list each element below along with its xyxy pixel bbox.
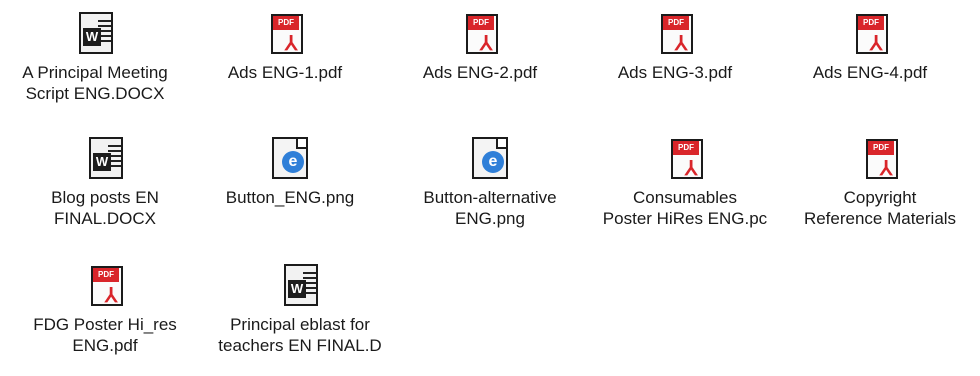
pdf-tab: PDF	[468, 16, 494, 30]
file-blog-posts-en-final[interactable]: W Blog posts EN FINAL.DOCX	[15, 135, 195, 229]
pdf-tab: PDF	[273, 16, 299, 30]
file-name: Ads ENG-1.pdf	[227, 63, 343, 82]
pdf-document-icon: PDF ⅄	[860, 135, 900, 181]
pdf-tab: PDF	[858, 16, 884, 30]
file-ads-eng-3[interactable]: PDF ⅄ Ads ENG-3.pdf	[590, 10, 760, 83]
adobe-symbol-icon: ⅄	[675, 33, 688, 55]
pdf-tab: PDF	[868, 141, 894, 155]
file-ads-eng-4[interactable]: PDF ⅄ Ads ENG-4.pdf	[785, 10, 955, 83]
file-name: Ads ENG-3.pdf	[617, 63, 733, 82]
adobe-symbol-icon: ⅄	[105, 285, 118, 307]
file-name: Button_ENG.png	[225, 188, 355, 207]
file-copyright-reference-materials[interactable]: PDF ⅄ Copyright Reference Materials	[780, 135, 980, 229]
word-badge: W	[288, 280, 306, 298]
image-file-icon: e	[270, 135, 310, 181]
pdf-tab: PDF	[93, 268, 119, 282]
file-name: Blog posts EN FINAL.DOCX	[51, 188, 159, 228]
file-name: Copyright Reference Materials	[803, 188, 957, 228]
file-name: FDG Poster Hi_res ENG.pdf	[33, 315, 177, 355]
word-document-icon: W	[85, 135, 125, 181]
file-a-principal-meeting-script[interactable]: W A Principal Meeting Script ENG.DOCX	[0, 10, 190, 104]
file-name: Principal eblast for teachers EN FINAL.D	[218, 315, 382, 355]
file-name: A Principal Meeting Script ENG.DOCX	[22, 63, 168, 103]
adobe-symbol-icon: ⅄	[870, 33, 883, 55]
internet-explorer-icon: e	[282, 151, 304, 173]
file-consumables-poster-hires[interactable]: PDF ⅄ Consumables Poster HiRes ENG.pc	[590, 135, 780, 229]
pdf-tab: PDF	[663, 16, 689, 30]
image-file-icon: e	[470, 135, 510, 181]
word-badge: W	[83, 28, 101, 46]
adobe-symbol-icon: ⅄	[285, 33, 298, 55]
adobe-symbol-icon: ⅄	[685, 158, 698, 180]
pdf-document-icon: PDF ⅄	[85, 262, 125, 308]
file-ads-eng-2[interactable]: PDF ⅄ Ads ENG-2.pdf	[395, 10, 565, 83]
file-principal-eblast-for-teachers[interactable]: W Principal eblast for teachers EN FINAL…	[200, 262, 400, 356]
internet-explorer-icon: e	[482, 151, 504, 173]
file-name: Ads ENG-2.pdf	[422, 63, 538, 82]
pdf-document-icon: PDF ⅄	[265, 10, 305, 56]
file-fdg-poster-hi-res[interactable]: PDF ⅄ FDG Poster Hi_res ENG.pdf	[15, 262, 195, 356]
file-button-eng-png[interactable]: e Button_ENG.png	[205, 135, 375, 208]
pdf-document-icon: PDF ⅄	[665, 135, 705, 181]
word-badge: W	[93, 153, 111, 171]
adobe-symbol-icon: ⅄	[880, 158, 893, 180]
pdf-tab: PDF	[673, 141, 699, 155]
word-document-icon: W	[280, 262, 320, 308]
file-name: Button-alternative ENG.png	[423, 188, 557, 228]
file-ads-eng-1[interactable]: PDF ⅄ Ads ENG-1.pdf	[200, 10, 370, 83]
pdf-document-icon: PDF ⅄	[655, 10, 695, 56]
word-document-icon: W	[75, 10, 115, 56]
adobe-symbol-icon: ⅄	[480, 33, 493, 55]
file-button-alternative-eng-png[interactable]: e Button-alternative ENG.png	[395, 135, 585, 229]
pdf-document-icon: PDF ⅄	[460, 10, 500, 56]
file-name: Ads ENG-4.pdf	[812, 63, 928, 82]
file-name: Consumables Poster HiRes ENG.pc	[602, 188, 768, 228]
pdf-document-icon: PDF ⅄	[850, 10, 890, 56]
